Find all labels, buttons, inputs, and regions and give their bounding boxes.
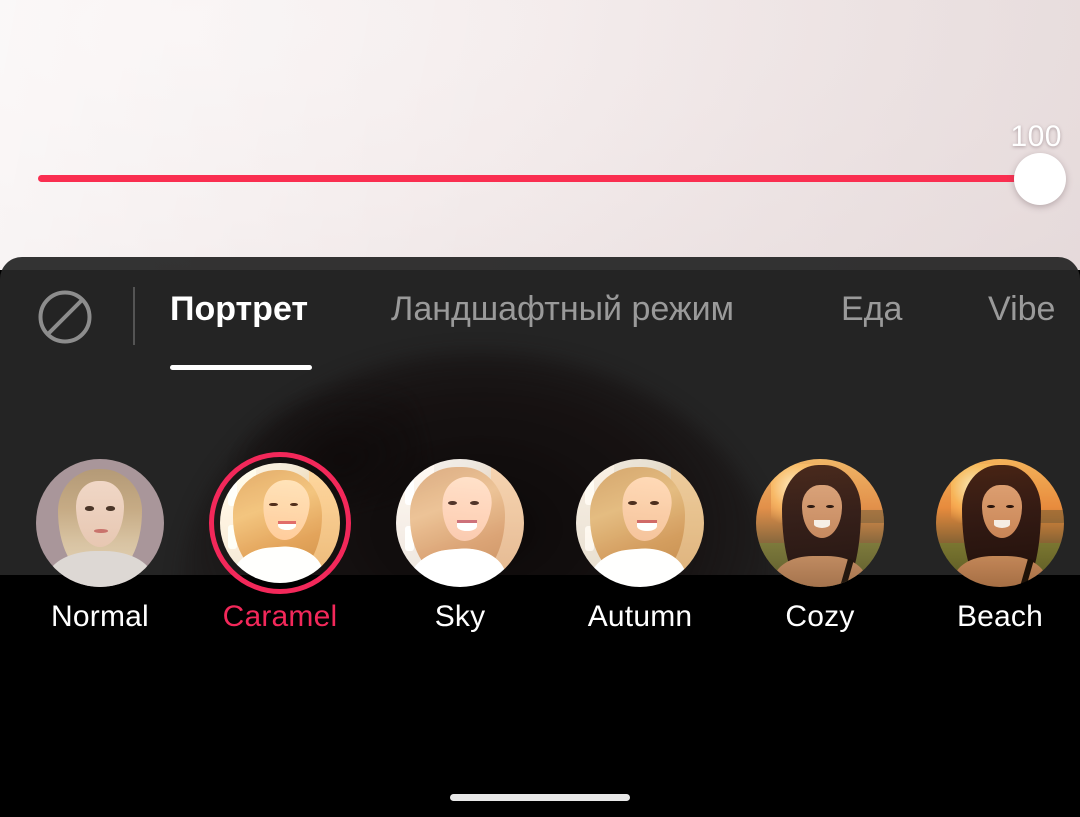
filter-thumbnail-caramel [220, 463, 340, 583]
tab-vibe[interactable]: Vibe [988, 287, 1055, 343]
thumbnail-art-normal [36, 459, 164, 587]
tab-vibe-label: Vibe [988, 290, 1056, 328]
filter-item-caramel[interactable]: Caramel [200, 452, 360, 652]
filter-item-cozy[interactable]: Cozy [740, 452, 900, 652]
tab-food-label: Еда [841, 290, 903, 328]
filter-thumb-ring-cozy [749, 452, 891, 594]
filter-label-normal: Normal [51, 600, 149, 633]
filter-thumbnail-cozy [756, 459, 884, 587]
thumbnail-art-sky [396, 459, 524, 587]
filter-intensity-slider[interactable]: 100 [0, 120, 1080, 240]
no-filter-icon[interactable] [37, 289, 93, 345]
slider-thumb[interactable] [1014, 153, 1066, 205]
filter-thumbnail-sky [396, 459, 524, 587]
filter-label-beach: Beach [956, 600, 1044, 633]
filter-category-tabs: Портрет Ландшафтный режим Еда Vibe [0, 287, 1080, 402]
filter-label-caramel: Caramel [222, 600, 338, 633]
slider-value-label: 100 [1010, 120, 1062, 153]
toolbar-divider [133, 287, 135, 345]
filter-thumb-ring-autumn [569, 452, 711, 594]
slider-track-fill [38, 175, 1042, 182]
filter-thumb-ring-caramel [209, 452, 351, 594]
filter-item-autumn[interactable]: Autumn [560, 452, 720, 652]
thumbnail-art-beach [936, 459, 1064, 587]
filter-thumbnail-normal [36, 459, 164, 587]
filter-label-cozy: Cozy [785, 600, 855, 633]
filter-item-sky[interactable]: Sky [380, 452, 540, 652]
filter-label-autumn: Autumn [587, 600, 693, 633]
home-indicator[interactable] [450, 794, 630, 801]
filter-editor-screen: 100 Портрет Ландшафтный режим Еда Vibe N… [0, 0, 1080, 817]
thumbnail-art-autumn [576, 459, 704, 587]
filter-item-beach[interactable]: Beach [920, 452, 1080, 652]
tab-portrait[interactable]: Портрет [170, 287, 308, 343]
filter-thumbnail-beach [936, 459, 1064, 587]
tab-food[interactable]: Еда [841, 287, 902, 343]
active-tab-underline [170, 365, 312, 370]
filter-thumbnail-autumn [576, 459, 704, 587]
filter-thumb-ring-normal [29, 452, 171, 594]
filter-thumbnail-strip[interactable]: Normal Caramel Sky Autumn Cozy Beach [0, 452, 1080, 652]
thumbnail-art-caramel [220, 463, 340, 583]
tab-landscape-label: Ландшафтный режим [391, 290, 735, 328]
filter-label-sky: Sky [434, 600, 486, 633]
thumbnail-art-cozy [756, 459, 884, 587]
filter-thumb-ring-beach [929, 452, 1071, 594]
filter-thumb-ring-sky [389, 452, 531, 594]
tab-portrait-label: Портрет [170, 290, 309, 328]
filter-item-normal[interactable]: Normal [20, 452, 180, 652]
tab-landscape[interactable]: Ландшафтный режим [391, 287, 734, 343]
